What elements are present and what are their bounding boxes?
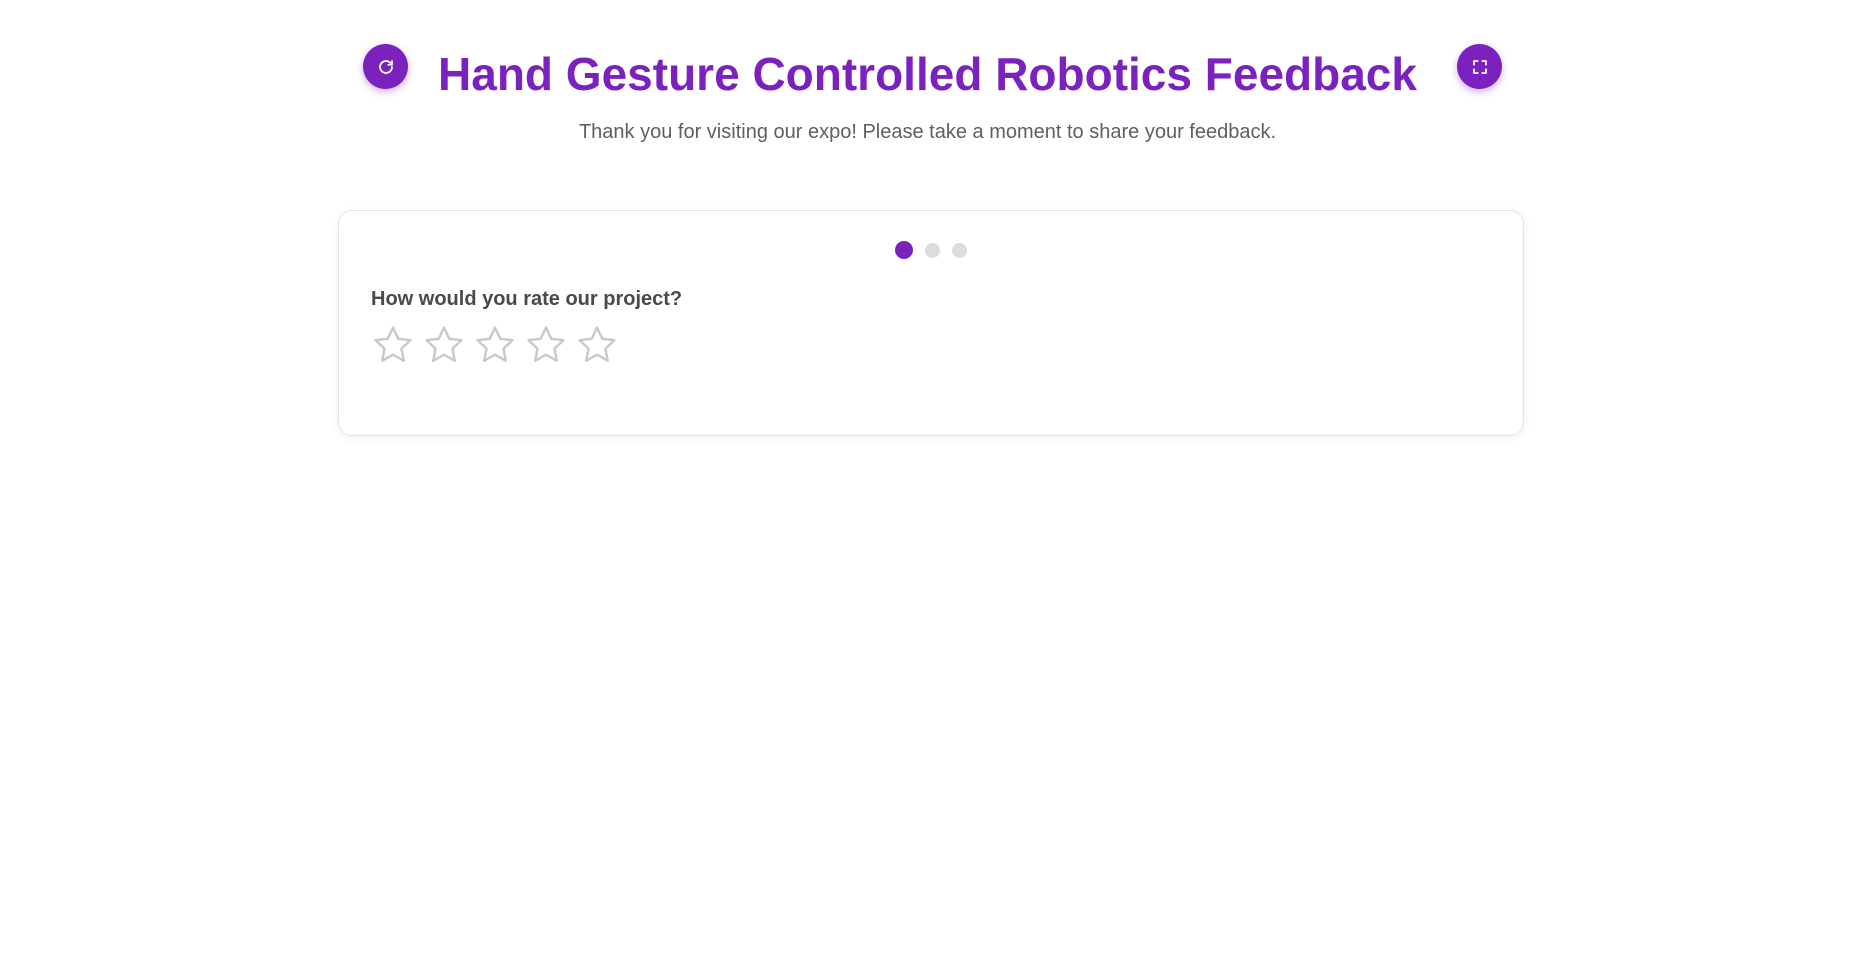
star-1-icon[interactable] xyxy=(371,323,415,367)
star-5-icon[interactable] xyxy=(575,323,619,367)
star-4-icon[interactable] xyxy=(524,323,568,367)
step-dot-1 xyxy=(895,241,913,259)
fullscreen-icon xyxy=(1471,58,1489,76)
step-dot-2 xyxy=(925,242,940,258)
star-rating xyxy=(371,323,619,367)
feedback-card: How would you rate our project? xyxy=(338,210,1524,436)
page-subtitle: Thank you for visiting our expo! Please … xyxy=(578,121,1277,143)
star-2-icon[interactable] xyxy=(422,323,466,367)
step-indicator xyxy=(339,241,1523,259)
fullscreen-button[interactable] xyxy=(1457,44,1502,89)
star-3-icon[interactable] xyxy=(473,323,517,367)
step-dot-3 xyxy=(952,242,967,258)
question-label: How would you rate our project? xyxy=(371,288,683,310)
page-title: Hand Gesture Controlled Robotics Feedbac… xyxy=(438,48,1417,100)
feedback-page: Hand Gesture Controlled Robotics Feedbac… xyxy=(0,0,1855,974)
